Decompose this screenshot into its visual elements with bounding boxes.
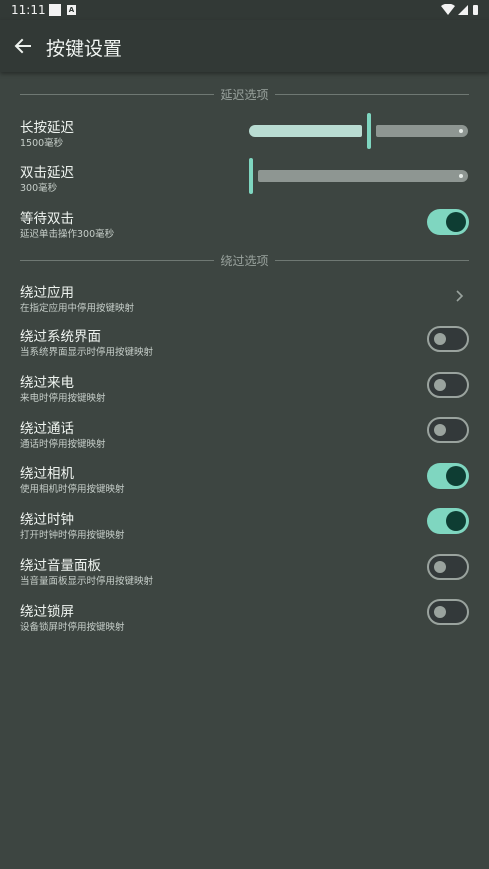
long-press-slider[interactable] xyxy=(249,111,469,151)
long-press-title: 长按延迟 xyxy=(20,120,74,136)
chevron-right-icon[interactable] xyxy=(454,289,464,303)
bypass-lock-toggle[interactable] xyxy=(427,599,469,625)
slider-thumb[interactable] xyxy=(367,113,371,149)
bypass-incoming-title: 绕过来电 xyxy=(20,375,74,391)
bypass-incoming-row[interactable]: 绕过来电 来电时停用按键映射 xyxy=(0,368,489,404)
bypass-camera-summary: 使用相机时停用按键映射 xyxy=(20,484,125,495)
double-tap-slider[interactable] xyxy=(249,156,469,196)
notification-icon xyxy=(49,4,61,16)
section-label-bypass: 绕过选项 xyxy=(214,254,275,268)
bypass-call-summary: 通话时停用按键映射 xyxy=(20,439,106,450)
bypass-incoming-summary: 来电时停用按键映射 xyxy=(20,393,106,404)
signal-icon xyxy=(458,5,468,15)
bypass-apps-title: 绕过应用 xyxy=(20,285,74,301)
status-bar: 11:11 A xyxy=(0,0,489,20)
section-header-delay: 延迟选项 xyxy=(20,86,469,102)
bypass-system-ui-title: 绕过系统界面 xyxy=(20,329,101,345)
slider-stop-indicator xyxy=(459,174,463,178)
bypass-lock-row[interactable]: 绕过锁屏 设备锁屏时停用按键映射 xyxy=(0,597,489,633)
wait-double-tap-row[interactable]: 等待双击 延迟单击操作300毫秒 xyxy=(0,204,489,240)
bypass-clock-title: 绕过时钟 xyxy=(20,512,74,528)
bypass-system-ui-summary: 当系统界面显示时停用按键映射 xyxy=(20,347,154,358)
bypass-apps-row[interactable]: 绕过应用 在指定应用中停用按键映射 xyxy=(0,278,489,314)
bypass-call-toggle[interactable] xyxy=(427,417,469,443)
app-notification-icon: A xyxy=(67,5,76,15)
bypass-system-ui-toggle[interactable] xyxy=(427,326,469,352)
wait-double-title: 等待双击 xyxy=(20,211,74,227)
bypass-clock-toggle[interactable] xyxy=(427,508,469,534)
section-header-bypass: 绕过选项 xyxy=(20,252,469,268)
wifi-icon xyxy=(441,4,455,15)
bypass-lock-summary: 设备锁屏时停用按键映射 xyxy=(20,622,125,633)
bypass-call-title: 绕过通话 xyxy=(20,421,74,437)
long-press-delay-row: 长按延迟 1500毫秒 xyxy=(0,113,489,153)
bypass-volume-toggle[interactable] xyxy=(427,554,469,580)
battery-icon xyxy=(473,5,478,15)
wait-double-summary: 延迟单击操作300毫秒 xyxy=(20,229,115,240)
slider-inactive-track xyxy=(258,170,468,182)
arrow-back-icon[interactable] xyxy=(13,36,33,56)
slider-inactive-track xyxy=(376,125,468,137)
double-tap-summary: 300毫秒 xyxy=(20,183,58,194)
slider-stop-indicator xyxy=(459,129,463,133)
status-icons xyxy=(441,4,478,15)
bypass-apps-summary: 在指定应用中停用按键映射 xyxy=(20,303,135,314)
section-label-delay: 延迟选项 xyxy=(214,88,275,102)
slider-thumb[interactable] xyxy=(249,158,253,194)
bypass-volume-title: 绕过音量面板 xyxy=(20,558,101,574)
slider-active-track xyxy=(249,125,362,137)
bypass-lock-title: 绕过锁屏 xyxy=(20,604,74,620)
wait-double-toggle[interactable] xyxy=(427,209,469,235)
bypass-clock-row[interactable]: 绕过时钟 打开时钟时停用按键映射 xyxy=(0,505,489,541)
bypass-system-ui-row[interactable]: 绕过系统界面 当系统界面显示时停用按键映射 xyxy=(0,322,489,358)
bypass-clock-summary: 打开时钟时停用按键映射 xyxy=(20,530,125,541)
app-bar: 按键设置 xyxy=(0,20,489,72)
page-title: 按键设置 xyxy=(46,38,123,60)
long-press-summary: 1500毫秒 xyxy=(20,138,64,149)
bypass-call-row[interactable]: 绕过通话 通话时停用按键映射 xyxy=(0,414,489,450)
bypass-camera-toggle[interactable] xyxy=(427,463,469,489)
bypass-camera-row[interactable]: 绕过相机 使用相机时停用按键映射 xyxy=(0,459,489,495)
bypass-volume-summary: 当音量面板显示时停用按键映射 xyxy=(20,576,154,587)
double-tap-title: 双击延迟 xyxy=(20,165,74,181)
status-time: 11:11 xyxy=(11,3,46,17)
bypass-volume-row[interactable]: 绕过音量面板 当音量面板显示时停用按键映射 xyxy=(0,551,489,587)
bypass-incoming-toggle[interactable] xyxy=(427,372,469,398)
double-tap-delay-row: 双击延迟 300毫秒 xyxy=(0,158,489,198)
bypass-camera-title: 绕过相机 xyxy=(20,466,74,482)
